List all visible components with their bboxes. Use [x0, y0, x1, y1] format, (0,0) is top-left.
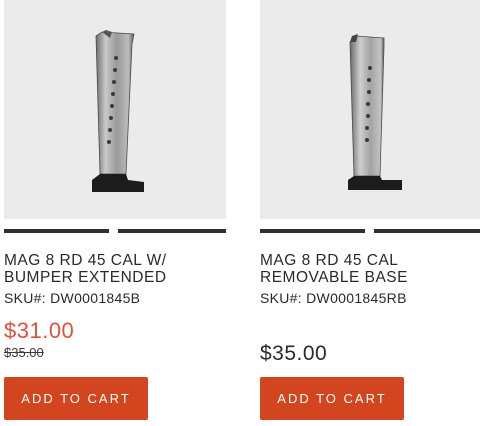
image-carousel-indicator[interactable]: [4, 229, 226, 233]
carousel-bar-1[interactable]: [260, 229, 365, 233]
product-title-line-2[interactable]: REMOVABLE BASE: [260, 269, 480, 286]
magazine-image-icon: [92, 30, 144, 192]
carousel-bar-1[interactable]: [4, 229, 109, 233]
price: $35.00: [260, 342, 328, 365]
product-sku: SKU#: DW0001845B: [4, 290, 141, 306]
product-image[interactable]: [260, 0, 480, 219]
add-to-cart-button[interactable]: ADD TO CART: [260, 377, 404, 420]
magazine-image-icon: [348, 34, 402, 190]
product-card-removable-base: MAG 8 RD 45 CAL REMOVABLE BASE SKU#: DW0…: [260, 0, 480, 426]
carousel-bar-2[interactable]: [374, 229, 480, 233]
product-image[interactable]: [4, 0, 226, 219]
product-title[interactable]: MAG 8 RD 45 CAL REMOVABLE BASE: [260, 252, 480, 286]
product-title-line-2[interactable]: BUMPER EXTENDED: [4, 269, 226, 286]
product-title[interactable]: MAG 8 RD 45 CAL W/ BUMPER EXTENDED: [4, 252, 226, 286]
product-card-bumper-extended: MAG 8 RD 45 CAL W/ BUMPER EXTENDED SKU#:…: [4, 0, 226, 426]
sale-price: $31.00: [4, 318, 75, 343]
product-title-line-1[interactable]: MAG 8 RD 45 CAL W/: [4, 252, 226, 269]
original-price: $35.00: [4, 345, 44, 360]
image-carousel-indicator[interactable]: [260, 229, 480, 233]
add-to-cart-button[interactable]: ADD TO CART: [4, 377, 148, 420]
product-sku: SKU#: DW0001845RB: [260, 290, 407, 306]
product-title-line-1[interactable]: MAG 8 RD 45 CAL: [260, 252, 480, 269]
carousel-bar-2[interactable]: [118, 229, 226, 233]
